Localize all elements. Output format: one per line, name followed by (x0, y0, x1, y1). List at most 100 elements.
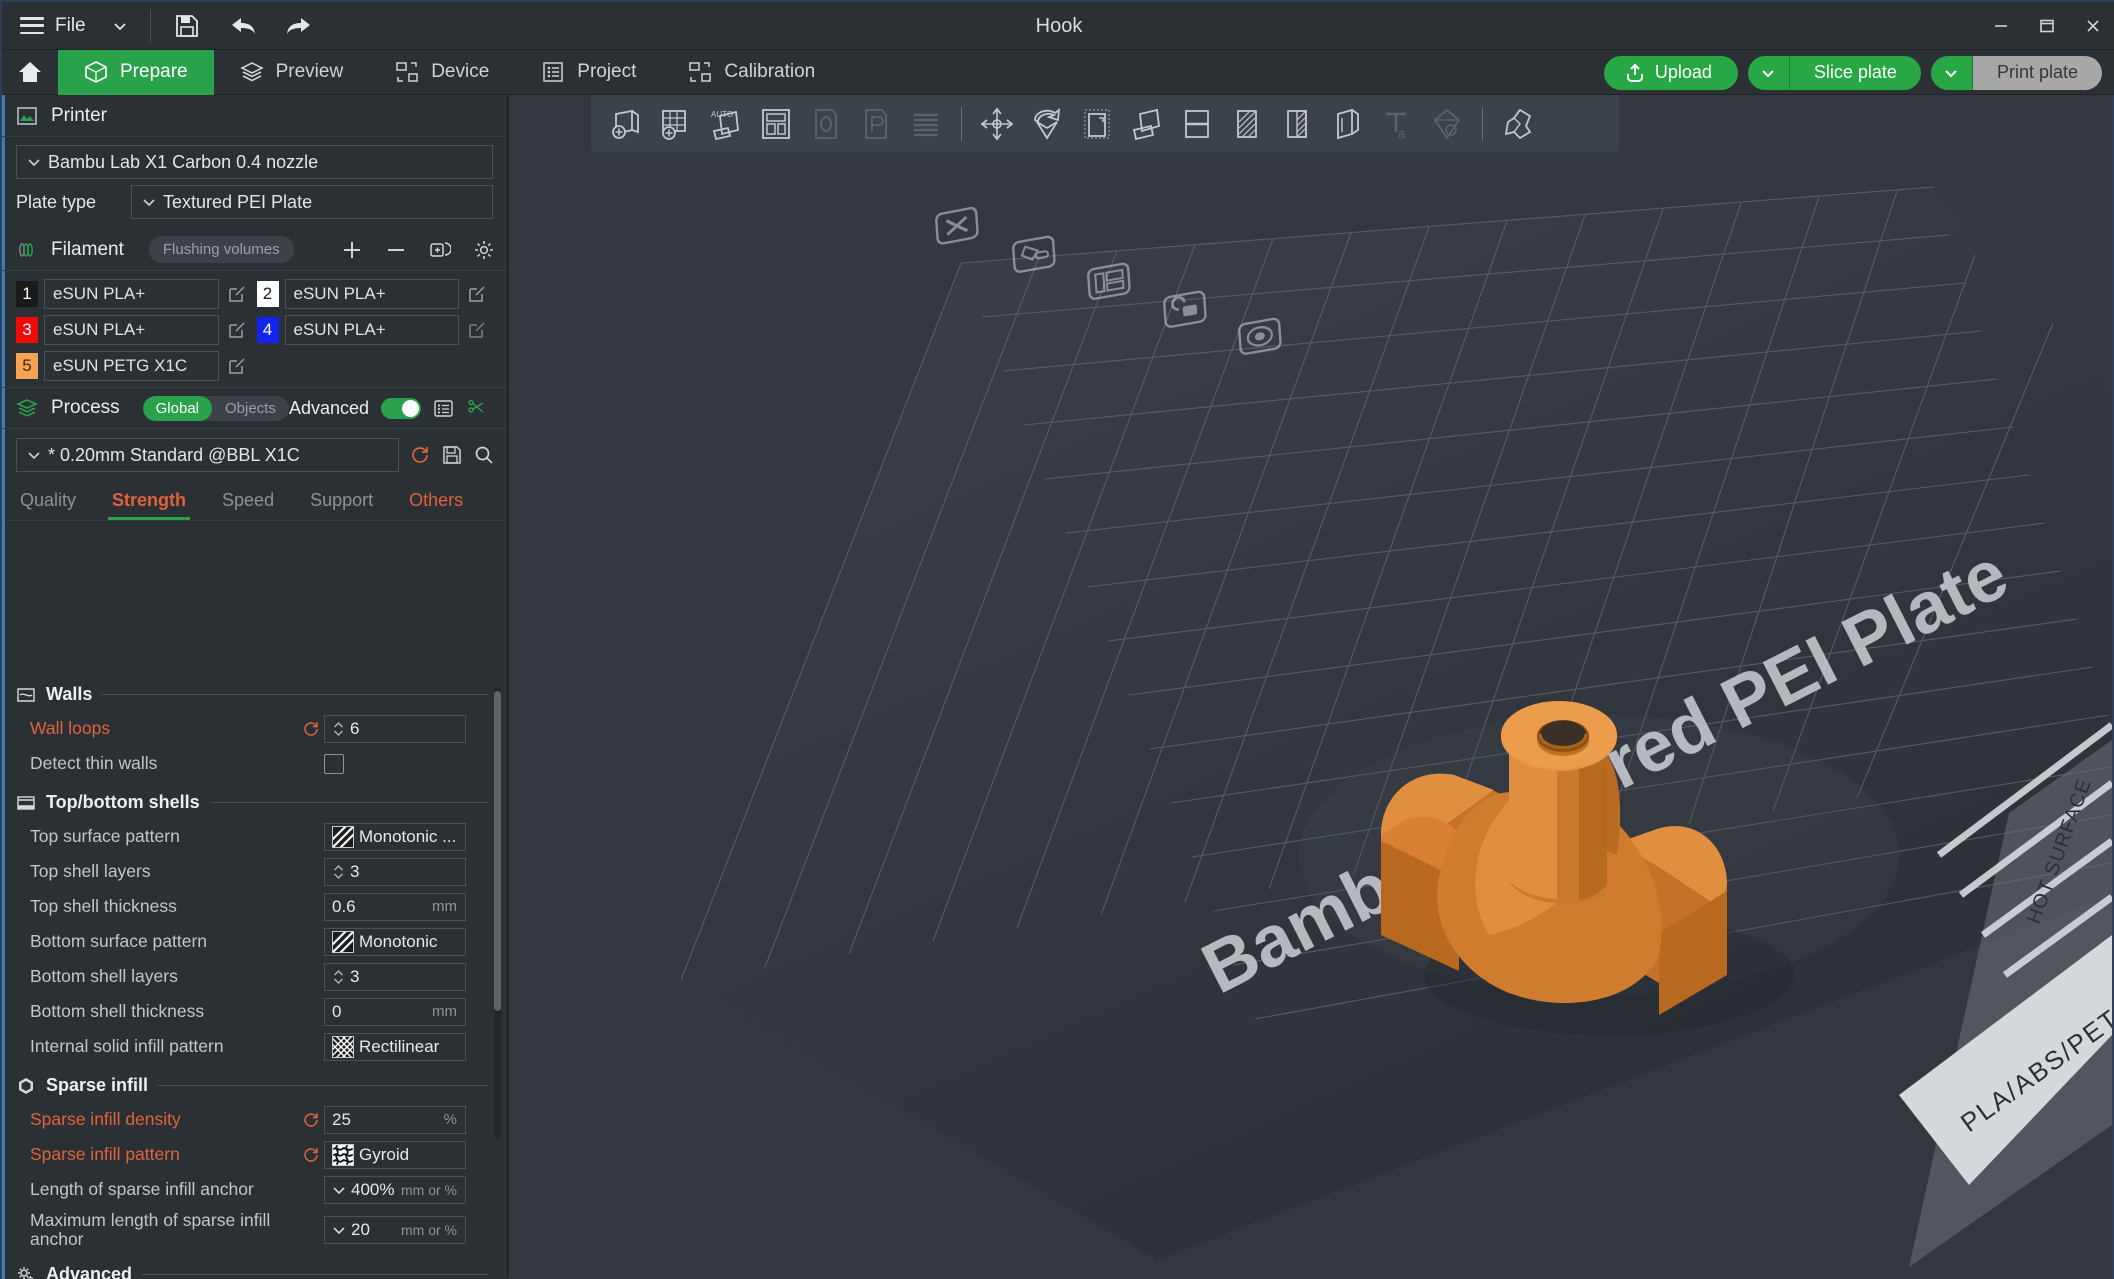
redo-icon[interactable] (285, 12, 313, 40)
printer-preset-select[interactable]: Bambu Lab X1 Carbon 0.4 nozzle (16, 145, 493, 179)
input-top-shell-layers[interactable]: 3 (324, 857, 466, 886)
add-filament-icon[interactable] (341, 239, 363, 261)
close-button[interactable] (2070, 2, 2114, 50)
delete-plate-icon[interactable] (929, 200, 991, 262)
input-bottom-shell-thickness[interactable]: 0 mm (324, 997, 466, 1026)
remove-filament-icon[interactable] (385, 239, 407, 261)
checkbox-detect-thin-walls[interactable] (324, 753, 344, 774)
select-top-surface-pattern[interactable]: Monotonic ... (324, 822, 466, 851)
layout-icon[interactable] (751, 101, 801, 147)
3d-viewport[interactable]: Bambu Textured PEI Plate PLA/ABS/PETG HO… (509, 95, 2112, 1279)
filament-gear-icon[interactable] (473, 239, 495, 261)
settings-scrollbar-thumb[interactable] (494, 691, 501, 1011)
input-top-shell-thickness[interactable]: 0.6 mm (324, 892, 466, 921)
reset-preset-icon[interactable] (409, 444, 431, 466)
spinner-icon[interactable] (332, 719, 345, 739)
upload-button[interactable]: Upload (1603, 55, 1738, 90)
move-icon[interactable] (972, 101, 1022, 147)
nav-tab-preview[interactable]: Preview (214, 50, 370, 95)
support-paint-icon[interactable] (1222, 101, 1272, 147)
assembly-icon[interactable] (1493, 101, 1543, 147)
input-sparse-infill-density[interactable]: 25 % (324, 1105, 466, 1134)
select-maximum-length-of-sparse-infill-anchor[interactable]: 20 mm or % (324, 1216, 466, 1244)
filament-edit-icon-4[interactable] (465, 318, 489, 342)
filament-edit-icon-1[interactable] (225, 282, 249, 306)
filament-index-3[interactable]: 3 (16, 317, 38, 343)
tab-support[interactable]: Support (306, 484, 391, 520)
add-object-icon[interactable] (601, 101, 651, 147)
minimize-button[interactable] (1978, 2, 2024, 50)
print-plate-button[interactable]: Print plate (1930, 55, 2102, 90)
chevron-down-icon[interactable] (112, 18, 128, 34)
reset-sparse-infill-density-icon[interactable] (298, 1111, 324, 1129)
nav-tab-prepare[interactable]: Prepare (58, 49, 214, 95)
chevron-down-icon[interactable] (332, 1183, 346, 1197)
file-menu-label[interactable]: File (55, 15, 86, 37)
save-preset-icon[interactable] (441, 444, 463, 466)
slice-dropdown-icon[interactable] (1747, 55, 1790, 90)
search-icon[interactable] (473, 444, 495, 466)
maximize-button[interactable] (2024, 2, 2070, 50)
rotate-icon[interactable] (1022, 101, 1072, 147)
compare-presets-icon[interactable] (433, 398, 454, 419)
lay-on-face-icon[interactable] (1122, 101, 1172, 147)
filament-index-1[interactable]: 1 (16, 281, 38, 307)
input-bottom-shell-layers[interactable]: 3 (324, 962, 466, 991)
hamburger-icon[interactable] (20, 17, 44, 34)
object-0-icon[interactable] (801, 101, 851, 147)
text-icon[interactable]: a (1372, 101, 1422, 147)
process-preset-select[interactable]: * 0.20mm Standard @BBL X1C (16, 438, 399, 472)
orient-plate-icon[interactable] (1081, 255, 1143, 317)
reset-wall-loops-icon[interactable] (298, 720, 324, 738)
print-dropdown-icon[interactable] (1930, 55, 1973, 90)
nav-tab-device[interactable]: Device (369, 50, 515, 95)
select-sparse-infill-pattern[interactable]: Gyroid (324, 1140, 466, 1169)
filament-name-4[interactable]: eSUN PLA+ (284, 315, 459, 345)
spinner-icon[interactable] (332, 967, 345, 987)
process-scope-toggle[interactable]: Global Objects (142, 395, 289, 421)
tab-quality[interactable]: Quality (16, 484, 94, 520)
mesh-boolean-icon[interactable] (1422, 101, 1472, 147)
filament-name-5[interactable]: eSUN PETG X1C (44, 351, 219, 381)
filament-edit-icon-5[interactable] (225, 354, 249, 378)
filament-index-4[interactable]: 4 (256, 317, 279, 343)
home-icon[interactable] (2, 50, 58, 95)
nav-tab-project[interactable]: Project (515, 50, 662, 95)
flushing-volumes-button[interactable]: Flushing volumes (148, 236, 294, 263)
object-p-icon[interactable] (851, 101, 901, 147)
layers-stack-icon[interactable] (901, 101, 951, 147)
process-settings-icon[interactable] (466, 398, 487, 419)
scale-icon[interactable] (1072, 101, 1122, 147)
filament-index-2[interactable]: 2 (256, 281, 279, 307)
color-paint-icon[interactable] (1322, 101, 1372, 147)
filament-name-1[interactable]: eSUN PLA+ (44, 279, 219, 309)
select-length-of-sparse-infill-anchor[interactable]: 400% mm or % (324, 1175, 466, 1204)
scope-global-option[interactable]: Global (142, 395, 212, 421)
spinner-icon[interactable] (332, 862, 345, 882)
filament-index-5[interactable]: 5 (16, 353, 38, 379)
sync-filament-icon[interactable] (429, 239, 451, 261)
advanced-toggle[interactable] (381, 397, 421, 419)
plate-type-select[interactable]: Textured PEI Plate (131, 185, 493, 219)
cut-icon[interactable] (1172, 101, 1222, 147)
lock-plate-icon[interactable] (1157, 283, 1219, 345)
filament-name-2[interactable]: eSUN PLA+ (284, 279, 459, 309)
auto-arrange-icon[interactable]: AUTO (701, 101, 751, 147)
select-bottom-surface-pattern[interactable]: Monotonic (324, 927, 466, 956)
filament-name-3[interactable]: eSUN PLA+ (44, 315, 219, 345)
tab-speed[interactable]: Speed (218, 484, 292, 520)
auto-arrange-plate-icon[interactable] (1006, 228, 1068, 290)
scope-objects-option[interactable]: Objects (212, 396, 289, 421)
plate-settings-icon[interactable] (1232, 310, 1294, 372)
select-internal-solid-infill-pattern[interactable]: Rectilinear (324, 1032, 466, 1061)
reset-sparse-infill-pattern-icon[interactable] (298, 1146, 324, 1164)
input-wall-loops[interactable]: 6 (324, 714, 466, 743)
filament-edit-icon-2[interactable] (465, 282, 489, 306)
undo-icon[interactable] (229, 12, 257, 40)
slice-plate-button[interactable]: Slice plate (1747, 55, 1921, 90)
seam-paint-icon[interactable] (1272, 101, 1322, 147)
tab-strength[interactable]: Strength (108, 484, 204, 520)
save-icon[interactable] (173, 12, 201, 40)
nav-tab-calibration[interactable]: Calibration (662, 50, 841, 95)
filament-edit-icon-3[interactable] (225, 318, 249, 342)
